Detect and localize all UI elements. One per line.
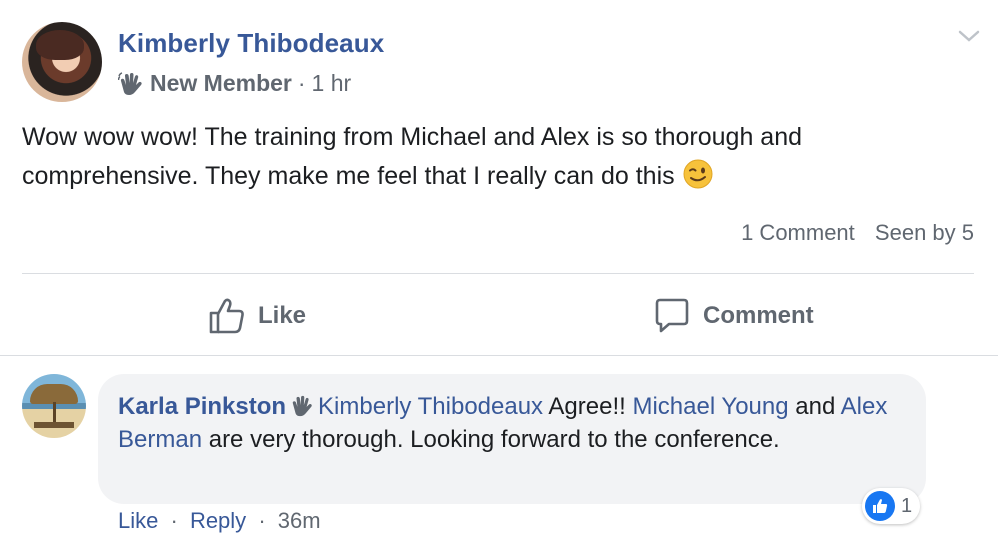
meta-separator: · (297, 70, 306, 96)
thumbs-up-icon (209, 298, 244, 334)
post-header: Kimberly Thibodeaux New Member · 1 hr (22, 20, 982, 110)
member-badge: New Member (150, 70, 292, 96)
comment-text-1: Agree!! (548, 393, 626, 420)
comment-actions: Like · Reply · 36m (118, 508, 321, 534)
author-name[interactable]: Kimberly Thibodeaux (118, 28, 384, 59)
post-time[interactable]: 1 hr (312, 70, 352, 97)
reaction-count[interactable]: 1 (862, 488, 921, 524)
chevron-down-icon[interactable] (956, 26, 982, 46)
reaction-count-number: 1 (901, 494, 913, 517)
comment-time[interactable]: 36m (278, 508, 321, 533)
wave-icon (292, 395, 312, 417)
post-meta: New Member · 1 hr (118, 70, 351, 97)
action-separator: · (170, 508, 178, 533)
seen-count[interactable]: Seen by 5 (875, 220, 974, 245)
comment-like-link[interactable]: Like (118, 508, 158, 533)
mention-michael[interactable]: Michael Young (632, 393, 788, 420)
comment-button[interactable]: Comment (653, 292, 814, 340)
comment-icon (655, 298, 689, 333)
comment-button-label: Comment (703, 302, 814, 329)
comment-text-3: are very thorough. Looking forward to th… (208, 426, 780, 453)
action-separator: · (258, 508, 266, 533)
mention-kimberly[interactable]: Kimberly Thibodeaux (318, 393, 543, 420)
like-button-label: Like (258, 302, 307, 329)
like-button[interactable]: Like (208, 292, 306, 340)
author-avatar[interactable] (22, 22, 102, 102)
divider (22, 273, 974, 274)
wink-emoji-icon (683, 159, 713, 189)
comment-text-2: and (795, 393, 836, 420)
comment-count[interactable]: 1 Comment (741, 220, 855, 245)
post-stats: 1 Comment Seen by 5 (741, 220, 974, 246)
wave-icon (118, 71, 142, 95)
comment-reply-link[interactable]: Reply (190, 508, 246, 533)
comment-bubble: Karla Pinkston Kimberly Thibodeaux Agree… (98, 374, 926, 504)
post-text: Wow wow wow! The training from Michael a… (22, 118, 972, 196)
commenter-avatar[interactable] (22, 374, 86, 438)
like-reaction-icon (865, 491, 895, 521)
divider (0, 355, 998, 356)
commenter-name[interactable]: Karla Pinkston (118, 393, 286, 420)
